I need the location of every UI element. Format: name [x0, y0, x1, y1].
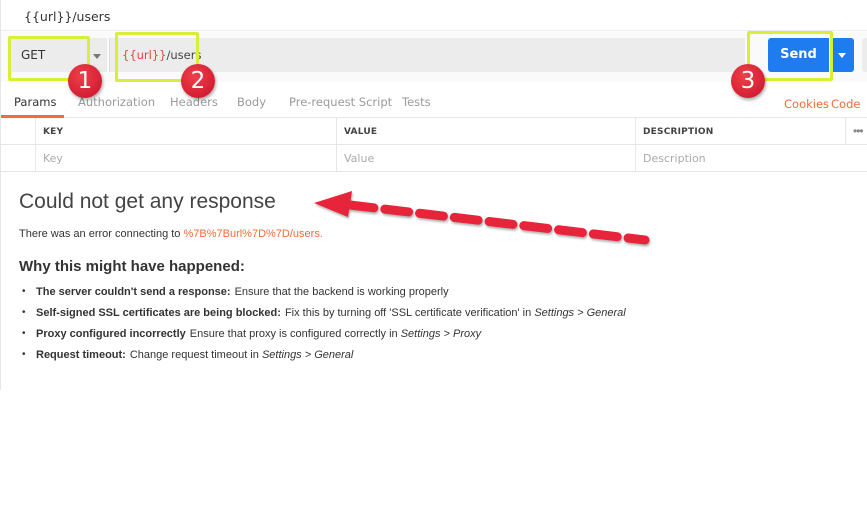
tab-params[interactable]: Params: [14, 95, 56, 109]
cookies-link[interactable]: Cookies: [784, 97, 829, 111]
params-table: KEY VALUE DESCRIPTION ••• Key Value Desc…: [1, 118, 867, 173]
key-input[interactable]: Key: [35, 145, 336, 172]
list-item: • Self-signed SSL certificates are being …: [22, 307, 626, 319]
save-button[interactable]: [862, 38, 867, 72]
header-description: DESCRIPTION: [635, 118, 845, 145]
divider: [1, 30, 867, 31]
tab-tests[interactable]: Tests: [402, 95, 431, 109]
list-item: • Request timeout: Change request timeout …: [22, 349, 354, 361]
list-item: • Proxy configured incorrectly Ensure that…: [22, 328, 482, 340]
tab-pre-request-script[interactable]: Pre-request Script: [289, 95, 392, 109]
header-key: KEY: [35, 118, 336, 145]
send-options-button[interactable]: [830, 38, 854, 72]
code-link[interactable]: Code: [831, 97, 860, 111]
value-input[interactable]: Value: [336, 145, 635, 172]
chevron-down-icon: [93, 54, 101, 59]
params-input-row: Key Value Description: [1, 145, 867, 172]
header-value: VALUE: [336, 118, 635, 145]
description-input[interactable]: Description: [635, 145, 867, 172]
params-header-row: KEY VALUE DESCRIPTION •••: [1, 118, 867, 145]
response-error-panel: Could not get any response There was an …: [19, 190, 626, 361]
error-prefix: There was an error connecting to: [19, 228, 181, 240]
annotation-badge-2: 2: [181, 64, 215, 98]
why-heading: Why this might have happened:: [19, 258, 245, 275]
error-message: There was an error connecting to %7B%7Bu…: [19, 228, 323, 240]
more-options-icon[interactable]: •••: [853, 124, 864, 138]
list-item: • The server couldn't send a response: Ens…: [22, 286, 449, 298]
arrow-shaft: [345, 200, 650, 245]
response-title: Could not get any response: [19, 190, 276, 213]
annotation-badge-3: 3: [731, 64, 765, 98]
request-tab-title[interactable]: {{url}}/users: [24, 9, 110, 24]
bulk-edit-cell: •••: [845, 118, 867, 145]
reasons-list: • The server couldn't send a response: Ens…: [19, 286, 819, 370]
tab-body[interactable]: Body: [237, 95, 266, 109]
chevron-down-icon: [838, 53, 846, 58]
annotation-badge-1: 1: [68, 64, 102, 98]
annotation-arrow: [314, 191, 650, 245]
